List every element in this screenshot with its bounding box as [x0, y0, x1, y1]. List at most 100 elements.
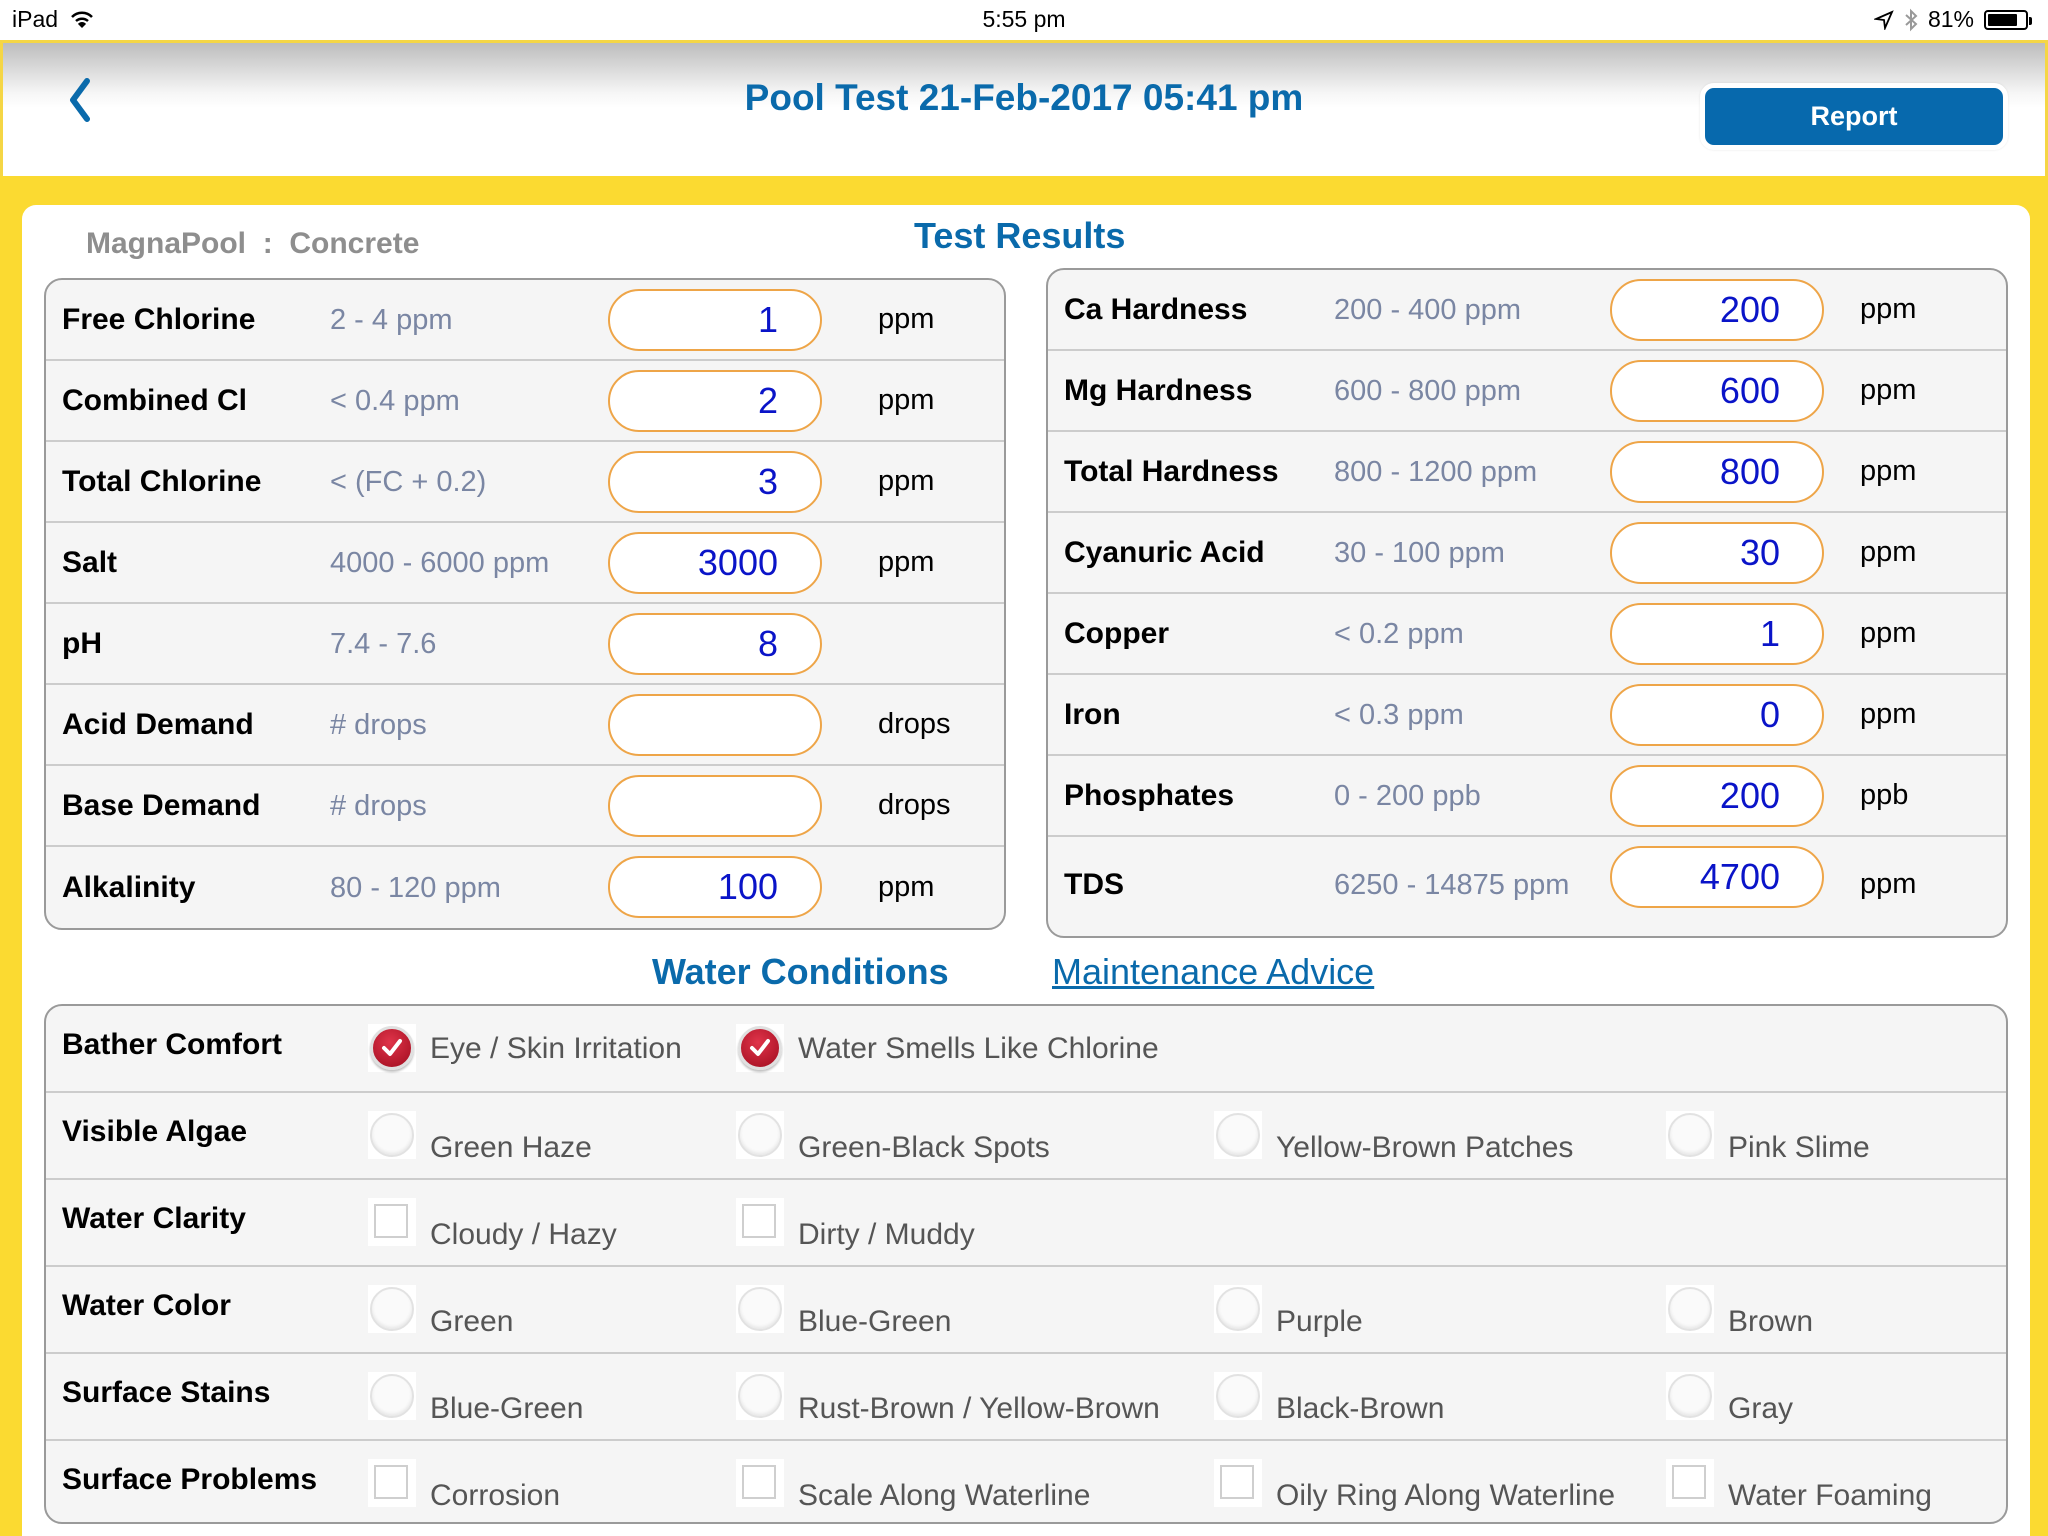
test-row: Total Hardness 800 - 1200 ppm 800 ppm [1048, 432, 2006, 513]
condition-row: Surface Stains Blue-Green Rust-Brown / Yel… [46, 1354, 2006, 1441]
test-range: 4000 - 6000 ppm [330, 546, 550, 579]
test-unit: ppm [1860, 868, 1917, 900]
checkbox-square-icon [374, 1204, 408, 1238]
test-row: Iron < 0.3 ppm 0 ppm [1048, 675, 2006, 756]
test-value-input[interactable] [608, 775, 822, 837]
condition-option-label: Pink Slime [1728, 1131, 1870, 1164]
radio-circle-icon [1216, 1287, 1260, 1331]
test-unit: ppm [1860, 536, 1917, 568]
test-range: # drops [330, 708, 427, 741]
test-row: Phosphates 0 - 200 ppb 200 ppb [1048, 756, 2006, 837]
condition-row: Bather Comfort Eye / Skin Irritation Water… [46, 1006, 2006, 1093]
test-results-title: Test Results [914, 215, 1126, 256]
clock: 5:55 pm [982, 6, 1066, 32]
test-value-input[interactable]: 2 [608, 370, 822, 432]
maintenance-advice-link[interactable]: Maintenance Advice [1052, 951, 1374, 993]
test-row: Cyanuric Acid 30 - 100 ppm 30 ppm [1048, 513, 2006, 594]
test-name: Alkalinity [62, 870, 196, 904]
test-value-input[interactable]: 0 [1610, 684, 1824, 746]
condition-name: Bather Comfort [62, 1028, 283, 1061]
condition-option-label: Gray [1728, 1392, 1794, 1425]
battery-percent: 81% [1927, 6, 1974, 32]
radio-circle-icon [738, 1374, 782, 1418]
test-value-input[interactable]: 1 [608, 289, 822, 351]
test-row: Ca Hardness 200 - 400 ppm 200 ppm [1048, 270, 2006, 351]
radio-circle-icon [370, 1113, 414, 1157]
condition-name: Surface Problems [62, 1463, 318, 1496]
test-name: Salt [62, 545, 118, 579]
condition-option-label: Green-Black Spots [798, 1131, 1050, 1164]
condition-option-label: Eye / Skin Irritation [430, 1032, 682, 1065]
test-value-input[interactable]: 800 [1610, 441, 1824, 503]
test-range: 800 - 1200 ppm [1334, 455, 1538, 488]
test-row: Copper < 0.2 ppm 1 ppm [1048, 594, 2006, 675]
test-value-input[interactable]: 8 [608, 613, 822, 675]
condition-row: Water Color Green Blue-Green Purple Brown [46, 1267, 2006, 1354]
test-value-input[interactable]: 100 [608, 856, 822, 918]
checkbox-square-icon [374, 1465, 408, 1499]
test-name: Free Chlorine [62, 302, 256, 336]
water-conditions-title: Water Conditions [652, 951, 949, 992]
checkbox-square-icon [1672, 1465, 1706, 1499]
checkmark-icon [370, 1026, 414, 1070]
test-unit: drops [878, 708, 951, 740]
test-value-input[interactable]: 4700 [1610, 846, 1824, 908]
test-row: Combined Cl < 0.4 ppm 2 ppm [46, 361, 1004, 442]
test-row: pH 7.4 - 7.6 8 [46, 604, 1004, 685]
test-row: Total Chlorine < (FC + 0.2) 3 ppm [46, 442, 1004, 523]
condition-name: Water Clarity [62, 1202, 246, 1235]
bluetooth-icon [1905, 8, 1918, 31]
condition-option-label: Brown [1728, 1305, 1814, 1338]
test-range: 600 - 800 ppm [1334, 374, 1522, 407]
test-range: < (FC + 0.2) [330, 465, 487, 498]
test-value-input[interactable]: 30 [1610, 522, 1824, 584]
radio-circle-icon [1668, 1113, 1712, 1157]
condition-name: Visible Algae [62, 1115, 248, 1148]
radio-circle-icon [1216, 1113, 1260, 1157]
location-icon [1873, 9, 1894, 30]
test-value-input[interactable]: 200 [1610, 279, 1824, 341]
test-unit: ppm [1860, 293, 1917, 325]
test-unit: drops [878, 789, 951, 821]
test-name: Acid Demand [62, 707, 254, 741]
test-row: Base Demand # drops drops [46, 766, 1004, 847]
test-unit: ppm [1860, 374, 1917, 406]
condition-name: Surface Stains [62, 1376, 271, 1409]
test-name: Mg Hardness [1064, 373, 1253, 407]
test-value-input[interactable]: 200 [1610, 765, 1824, 827]
condition-option-label: Green Haze [430, 1131, 592, 1164]
test-value-input[interactable]: 3000 [608, 532, 822, 594]
test-row: Acid Demand # drops drops [46, 685, 1004, 766]
condition-option-label: Dirty / Muddy [798, 1218, 975, 1251]
pool-name: MagnaPool [86, 227, 247, 260]
test-value-input[interactable] [608, 694, 822, 756]
test-range: 2 - 4 ppm [330, 303, 453, 336]
test-range: < 0.2 ppm [1334, 617, 1464, 650]
test-unit: ppm [878, 871, 935, 903]
test-results-left-table: Free Chlorine 2 - 4 ppm 1 ppm Combined Cl < 0… [44, 278, 1006, 930]
water-conditions-table: Bather Comfort Eye / Skin Irritation Water… [44, 1004, 2008, 1524]
test-value-input[interactable]: 600 [1610, 360, 1824, 422]
test-value-input[interactable]: 3 [608, 451, 822, 513]
condition-option-label: Cloudy / Hazy [430, 1218, 617, 1251]
condition-option-label: Water Foaming [1728, 1479, 1932, 1512]
radio-circle-icon [738, 1113, 782, 1157]
test-range: # drops [330, 789, 427, 822]
test-value-input[interactable]: 1 [1610, 603, 1824, 665]
test-name: Total Chlorine [62, 464, 262, 498]
content-panel: MagnaPool : Concrete Test Results Free C… [22, 205, 2030, 1536]
test-name: Cyanuric Acid [1064, 535, 1265, 569]
condition-row: Visible Algae Green Haze Green-Black Spots… [46, 1093, 2006, 1180]
pool-surface: Concrete [289, 227, 420, 260]
test-unit: ppm [1860, 617, 1917, 649]
condition-option-label: Blue-Green [430, 1392, 584, 1425]
test-range: < 0.3 ppm [1334, 698, 1464, 731]
condition-option-label: Black-Brown [1276, 1392, 1445, 1425]
radio-circle-icon [370, 1374, 414, 1418]
checkbox-square-icon [742, 1465, 776, 1499]
radio-circle-icon [1668, 1287, 1712, 1331]
report-button[interactable]: Report [1700, 83, 2008, 150]
test-name: Base Demand [62, 788, 261, 822]
radio-circle-icon [370, 1287, 414, 1331]
pool-separator: : [262, 227, 273, 260]
